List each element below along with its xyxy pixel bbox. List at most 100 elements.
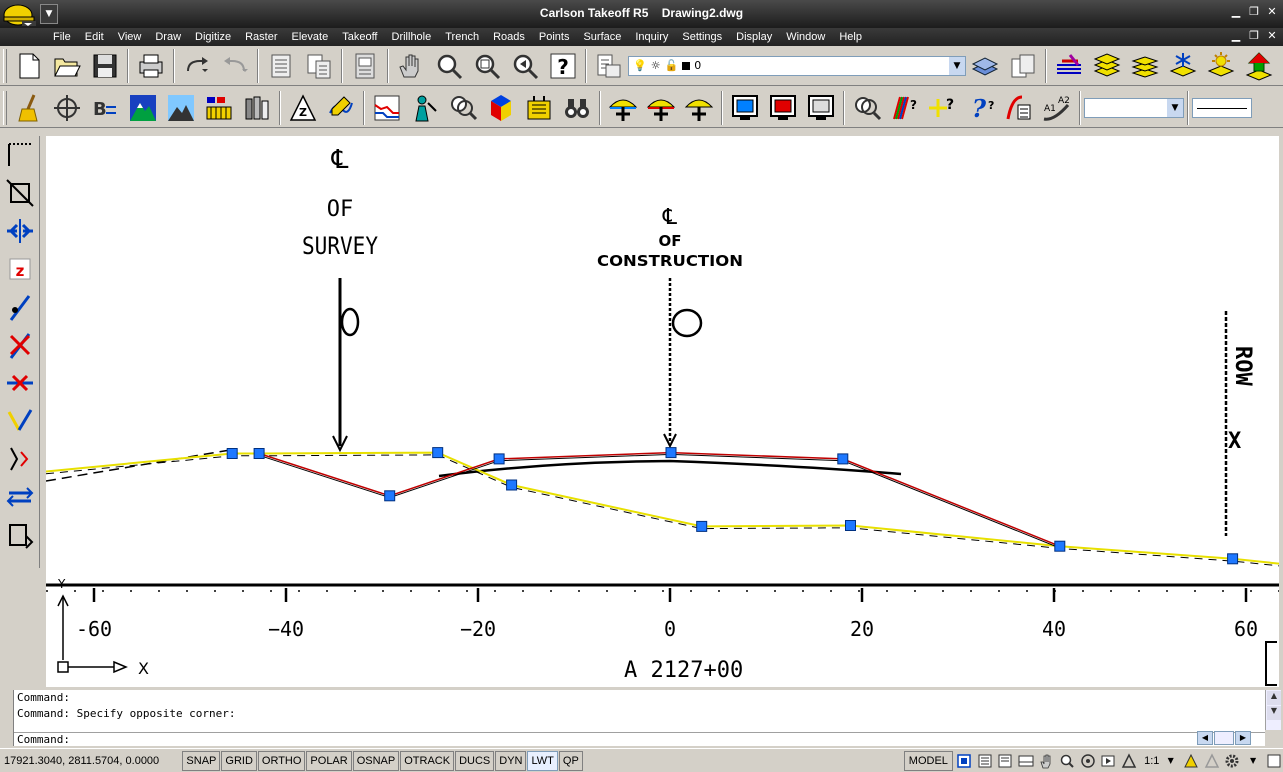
menu-item-raster[interactable]: Raster <box>242 30 288 44</box>
quick-view-button[interactable] <box>1017 751 1036 771</box>
extend-line-button[interactable] <box>2 288 38 326</box>
open-file-button[interactable] <box>49 49 85 83</box>
layout-button[interactable] <box>955 751 974 771</box>
design-center-button[interactable] <box>347 49 383 83</box>
toggle-osnap[interactable]: OSNAP <box>352 750 400 771</box>
vertex-grip[interactable] <box>665 447 677 459</box>
z-elevation-button[interactable]: z <box>2 250 38 288</box>
scroll-thumb[interactable] <box>1214 731 1234 745</box>
chevron-down-icon[interactable]: ▼ <box>1161 751 1180 771</box>
menu-item-digitize[interactable]: Digitize <box>192 30 242 44</box>
layer-off-button[interactable] <box>1127 49 1163 83</box>
properties-button[interactable] <box>301 49 337 83</box>
scroll-left-icon[interactable]: ◀ <box>1197 731 1213 745</box>
doc-minimize-icon[interactable]: ▁ <box>1229 30 1243 44</box>
toolbar-grip[interactable] <box>3 90 7 125</box>
layer-states-button[interactable] <box>1005 49 1041 83</box>
scroll-right-icon[interactable]: ▶ <box>1235 731 1251 745</box>
toggle-lwt[interactable]: LWT <box>527 750 558 771</box>
add-red-point-button[interactable] <box>643 91 679 125</box>
showmotion-button[interactable] <box>1099 751 1118 771</box>
chevron-down-icon[interactable]: ▼ <box>1244 751 1263 771</box>
dotted-corner-button[interactable] <box>2 136 38 174</box>
doc-close-icon[interactable]: ✕ <box>1265 30 1279 44</box>
layer-columns-button[interactable] <box>239 91 275 125</box>
chevron-down-icon[interactable]: ▼ <box>949 56 965 75</box>
toggle-dyn[interactable]: DYN <box>495 750 527 771</box>
vertex-grip[interactable] <box>845 520 856 531</box>
layer-thaw-button[interactable] <box>1203 49 1239 83</box>
menu-item-points[interactable]: Points <box>536 30 581 44</box>
linetype-dropdown[interactable] <box>1192 97 1252 118</box>
command-input[interactable]: Command: <box>14 732 1265 747</box>
workspace-settings-button[interactable] <box>1223 751 1242 771</box>
calculator-button[interactable] <box>521 91 557 125</box>
crosshair-target-button[interactable] <box>49 91 85 125</box>
menu-item-drillhole[interactable]: Drillhole <box>389 30 443 44</box>
yellow-profile-line[interactable] <box>46 451 1279 565</box>
drawing-canvas[interactable]: ℄ OF SURVEY ℄ OF CONSTRUCTION ROW X -60 … <box>46 136 1279 687</box>
toggle-qp[interactable]: QP <box>558 750 583 771</box>
toggle-snap[interactable]: SNAP <box>182 750 221 771</box>
broom-cleanup-button[interactable] <box>11 91 47 125</box>
menu-item-elevate[interactable]: Elevate <box>289 30 340 44</box>
layer-freeze-button[interactable] <box>1165 49 1201 83</box>
menu-item-help[interactable]: Help <box>836 30 873 44</box>
multi-line-query-button[interactable]: ? <box>887 91 923 125</box>
layout2-button[interactable] <box>996 751 1015 771</box>
minimize-icon[interactable]: ▁ <box>1229 6 1243 20</box>
vertex-grip[interactable] <box>253 448 265 459</box>
zoom-status-button[interactable] <box>1058 751 1077 771</box>
clean-screen-button[interactable] <box>1264 751 1283 771</box>
menu-item-roads[interactable]: Roads <box>490 30 536 44</box>
3d-box-button[interactable] <box>483 91 519 125</box>
help-button[interactable]: ? <box>545 49 581 83</box>
vertex-grip[interactable] <box>384 490 396 502</box>
redo-button[interactable] <box>179 49 215 83</box>
toggle-otrack[interactable]: OTRACK <box>400 750 455 771</box>
layer-color-button[interactable] <box>1051 49 1087 83</box>
find-button[interactable] <box>559 91 595 125</box>
reverse-polyline-button[interactable] <box>2 440 38 478</box>
command-window-grip[interactable] <box>0 690 14 746</box>
scroll-down-icon[interactable]: ▼ <box>1267 706 1281 720</box>
undo-button[interactable] <box>217 49 253 83</box>
join-arrows-button[interactable] <box>2 212 38 250</box>
doc-restore-icon[interactable]: ❐ <box>1247 30 1261 44</box>
menu-item-view[interactable]: View <box>115 30 153 44</box>
display-red-button[interactable] <box>765 91 801 125</box>
display-blue-button[interactable] <box>727 91 763 125</box>
new-file-button[interactable] <box>11 49 47 83</box>
draw-contour-button[interactable] <box>323 91 359 125</box>
annotation-scale-button[interactable] <box>1120 751 1139 771</box>
menu-item-draw[interactable]: Draw <box>152 30 192 44</box>
triangulate-z-button[interactable]: Z <box>285 91 321 125</box>
layer-properties-button[interactable] <box>591 49 627 83</box>
query-zoom-button[interactable] <box>849 91 885 125</box>
add-point-button[interactable] <box>681 91 717 125</box>
zoom-window-button[interactable] <box>469 49 505 83</box>
offset-arrows-button[interactable] <box>2 478 38 516</box>
toggle-grid[interactable]: GRID <box>221 750 257 771</box>
menu-item-trench[interactable]: Trench <box>442 30 490 44</box>
profile-button[interactable] <box>369 91 405 125</box>
menu-item-takeoff[interactable]: Takeoff <box>339 30 388 44</box>
curve-list-button[interactable] <box>1001 91 1037 125</box>
toolbar-grip[interactable] <box>3 48 7 83</box>
section-drawing[interactable]: ℄ OF SURVEY ℄ OF CONSTRUCTION ROW X -60 … <box>46 136 1279 687</box>
restore-icon[interactable]: ❐ <box>1247 6 1261 20</box>
annotation-visibility-button[interactable] <box>1182 751 1201 771</box>
vertex-grip[interactable] <box>837 453 849 465</box>
layer-set-current-button[interactable] <box>1241 49 1277 83</box>
print-button[interactable] <box>133 49 169 83</box>
delete-segment-button[interactable] <box>2 364 38 402</box>
vertex-grip[interactable] <box>696 520 708 532</box>
block-explode-button[interactable]: B <box>87 91 123 125</box>
menu-item-edit[interactable]: Edit <box>82 30 115 44</box>
command-scrollbar[interactable]: ▲ ▼ <box>1265 690 1281 730</box>
menu-item-settings[interactable]: Settings <box>679 30 733 44</box>
zoom-previous-button[interactable] <box>507 49 543 83</box>
pan-status-button[interactable] <box>1037 751 1056 771</box>
surface-mountain-button[interactable] <box>125 91 161 125</box>
surveyor-button[interactable] <box>407 91 443 125</box>
